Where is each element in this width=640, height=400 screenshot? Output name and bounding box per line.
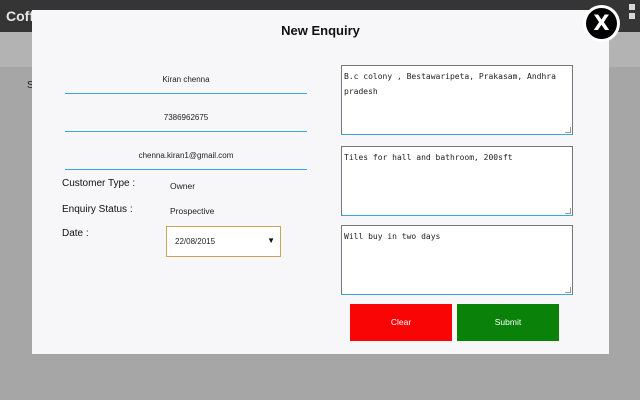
resize-grip-icon[interactable] — [565, 287, 571, 293]
customer-type-value[interactable]: Owner — [170, 181, 195, 191]
resize-grip-icon[interactable] — [565, 208, 571, 214]
dropdown-arrow-icon: ▼ — [267, 236, 275, 245]
close-icon: X — [586, 8, 617, 39]
requirement-text: Tiles for hall and bathroom, 200sft — [344, 153, 513, 162]
date-label: Date : — [62, 228, 89, 239]
address-textarea[interactable]: B.c colony , Bestawaripeta, Prakasam, An… — [341, 65, 573, 135]
requirement-textarea[interactable]: Tiles for hall and bathroom, 200sft — [341, 146, 573, 216]
overflow-menu-icon[interactable] — [629, 4, 637, 22]
enquiry-status-label: Enquiry Status : — [62, 204, 133, 215]
address-text: B.c colony , Bestawaripeta, Prakasam, An… — [344, 72, 556, 97]
remarks-text: Will buy in two days — [344, 232, 441, 241]
remarks-textarea[interactable]: Will buy in two days — [341, 225, 573, 295]
new-enquiry-dialog: New Enquiry Kiran chenna 7386962675 chen… — [32, 10, 609, 354]
app-title: Coff — [6, 8, 34, 24]
customer-type-label: Customer Type : — [62, 178, 136, 189]
close-button[interactable]: X — [583, 5, 620, 42]
phone-field[interactable]: 7386962675 — [65, 110, 307, 132]
date-value: 22/08/2015 — [175, 237, 216, 246]
enquiry-status-value[interactable]: Prospective — [170, 206, 214, 216]
name-field[interactable]: Kiran chenna — [65, 72, 307, 94]
resize-grip-icon[interactable] — [565, 127, 571, 133]
submit-button[interactable]: Submit — [457, 304, 559, 341]
date-select[interactable]: 22/08/2015 ▼ — [166, 226, 281, 257]
dialog-title: New Enquiry — [281, 23, 360, 38]
email-field[interactable]: chenna.kiran1@gmail.com — [65, 148, 307, 170]
clear-button[interactable]: Clear — [350, 304, 452, 341]
